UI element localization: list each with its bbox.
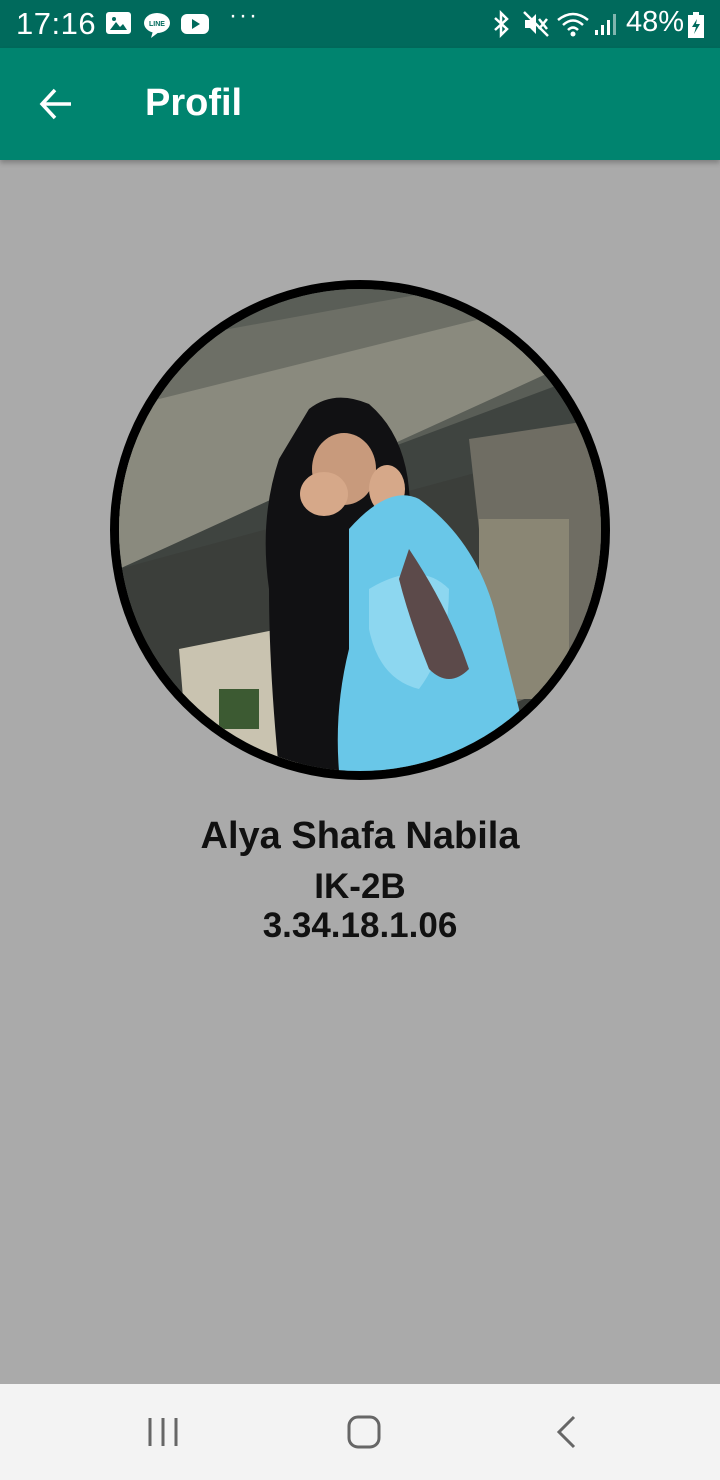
svg-text:LINE: LINE — [149, 21, 165, 28]
gallery-icon — [106, 12, 131, 34]
profile-nim: 3.34.18.1.06 — [262, 906, 458, 945]
back-nav-button[interactable] — [536, 1412, 596, 1452]
back-button[interactable] — [28, 76, 84, 132]
bluetooth-icon — [491, 9, 513, 43]
navigation-bar — [0, 1384, 720, 1480]
recent-apps-button[interactable] — [133, 1412, 193, 1452]
wifi-icon — [556, 10, 590, 43]
signal-icon — [594, 12, 618, 41]
line-icon: LINE — [143, 12, 171, 38]
profile-avatar — [110, 280, 610, 780]
app-bar: Profil — [0, 48, 720, 160]
more-dots-icon: ··· — [229, 2, 259, 29]
recent-apps-icon — [148, 1418, 178, 1446]
back-nav-icon — [556, 1415, 576, 1449]
mute-icon — [522, 10, 550, 43]
status-bar: 17:16 LINE ··· 48% — [0, 0, 720, 48]
home-button[interactable] — [334, 1412, 394, 1452]
profile-name: Alya Shafa Nabila — [200, 815, 520, 857]
status-time: 17:16 — [16, 6, 97, 41]
youtube-icon — [181, 14, 209, 34]
profile-class: IK-2B — [314, 867, 406, 906]
battery-percent: 48% — [626, 6, 685, 38]
battery-icon — [688, 12, 704, 38]
page-title: Profil — [145, 82, 243, 124]
profile-photo — [119, 289, 601, 771]
arrow-back-icon — [39, 88, 71, 120]
home-icon — [347, 1415, 381, 1449]
